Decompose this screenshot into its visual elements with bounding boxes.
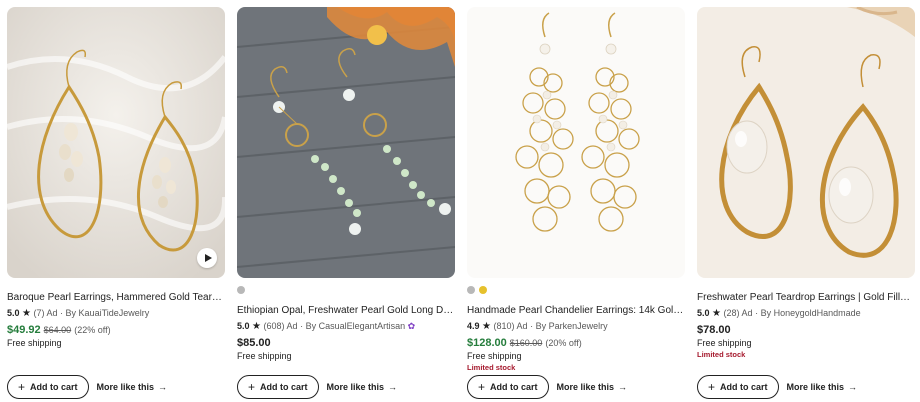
plus-icon: + [478,380,486,394]
star-icon: ★ [22,308,31,319]
star-icon: ★ [712,308,721,319]
color-swatch[interactable] [479,286,487,294]
arrow-right-icon: → [618,382,628,392]
add-to-cart-button[interactable]: + Add to cart [237,375,319,399]
listing-image[interactable] [7,7,225,278]
more-like-this-link[interactable]: More like this → [557,382,628,392]
star-icon: ★ [252,321,261,332]
plus-icon: + [708,380,716,394]
add-to-cart-button[interactable]: + Add to cart [697,375,779,399]
star-icon: ★ [482,321,491,332]
shipping-label: Free shipping [697,338,752,348]
add-to-cart-button[interactable]: + Add to cart [467,375,549,399]
listing-title[interactable]: Handmade Pearl Chandelier Earrings: 14k … [467,305,685,316]
limited-stock-label: Limited stock [467,363,516,372]
more-like-this-link[interactable]: More like this → [327,382,398,392]
listing-rating: 4.9 ★ (810) Ad · By ParkenJewelry [467,321,608,332]
listing-price: $49.92 $64.00 (22% off) [7,324,111,336]
listing-image[interactable] [237,7,455,278]
arrow-right-icon: → [158,382,168,392]
listing-actions: + Add to cart More like this → [697,375,857,399]
listing-card[interactable]: Handmade Pearl Chandelier Earrings: 14k … [467,7,685,399]
color-swatches [237,286,245,296]
listing-actions: + Add to cart More like this → [7,375,167,399]
listing-title[interactable]: Ethiopian Opal, Freshwater Pearl Gold Lo… [237,305,455,316]
shipping-label: Free shipping [237,351,292,361]
plus-icon: + [248,380,256,394]
listing-rating: 5.0 ★ (608) Ad · By CasualElegantArtisan… [237,321,416,332]
plus-icon: + [18,380,26,394]
listing-actions: + Add to cart More like this → [237,375,397,399]
listing-price: $78.00 [697,324,731,336]
add-to-cart-button[interactable]: + Add to cart [7,375,89,399]
listing-card[interactable]: Freshwater Pearl Teardrop Earrings | Gol… [697,7,915,399]
listing-title[interactable]: Freshwater Pearl Teardrop Earrings | Gol… [697,292,915,303]
arrow-right-icon: → [848,382,858,392]
more-like-this-link[interactable]: More like this → [97,382,168,392]
listing-grid: Baroque Pearl Earrings, Hammered Gold Te… [0,0,920,402]
listing-image[interactable] [467,7,685,278]
play-video-icon[interactable] [197,248,217,268]
more-like-this-link[interactable]: More like this → [787,382,858,392]
arrow-right-icon: → [388,382,398,392]
listing-image[interactable] [697,7,915,278]
listing-rating: 5.0 ★ (28) Ad · By HoneygoldHandmade [697,308,861,319]
limited-stock-label: Limited stock [697,350,746,359]
shipping-label: Free shipping [467,351,522,361]
color-swatch[interactable] [237,286,245,294]
listing-price: $85.00 [237,337,271,349]
listing-card[interactable]: Ethiopian Opal, Freshwater Pearl Gold Lo… [237,7,455,399]
listing-price: $128.00 $160.00 (20% off) [467,337,582,349]
color-swatches [467,286,487,296]
listing-title[interactable]: Baroque Pearl Earrings, Hammered Gold Te… [7,292,225,303]
shipping-label: Free shipping [7,338,62,348]
listing-rating: 5.0 ★ (7) Ad · By KauaiTideJewelry [7,308,150,319]
listing-card[interactable]: Baroque Pearl Earrings, Hammered Gold Te… [7,7,225,399]
star-seller-icon: ✿ [407,321,416,331]
color-swatch[interactable] [467,286,475,294]
listing-actions: + Add to cart More like this → [467,375,627,399]
